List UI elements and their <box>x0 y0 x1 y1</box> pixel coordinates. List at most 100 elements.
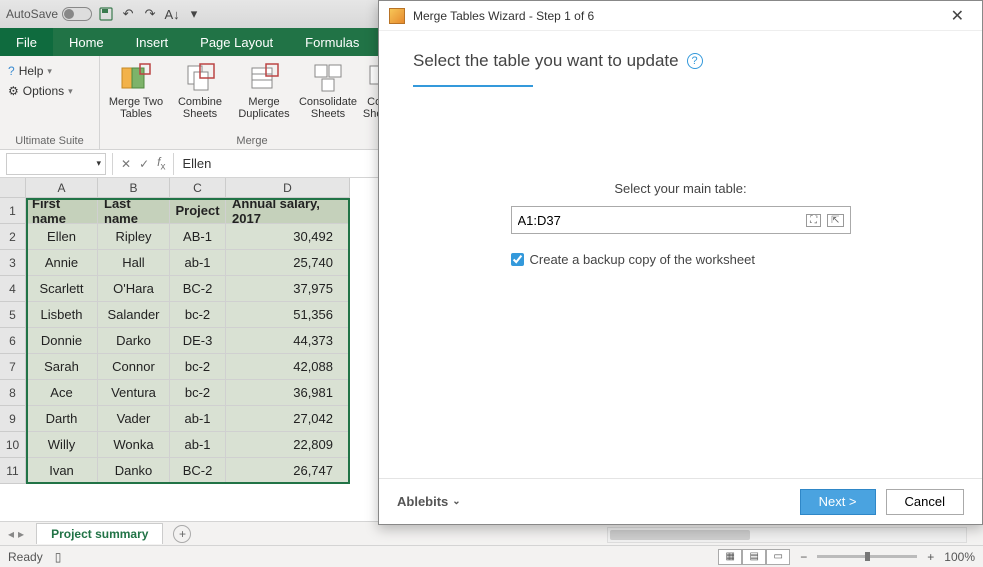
cell[interactable]: DE-3 <box>170 328 226 354</box>
cell[interactable]: Sarah <box>26 354 98 380</box>
zoom-out-button[interactable]: − <box>800 550 807 564</box>
zoom-slider[interactable] <box>817 555 917 558</box>
options-button[interactable]: ⚙ Options ▾ <box>8 84 91 98</box>
merge-two-tables-button[interactable]: Merge Two Tables <box>104 58 168 120</box>
merge-duplicates-button[interactable]: Merge Duplicates <box>232 58 296 120</box>
sheet-tab-active[interactable]: Project summary <box>36 523 163 544</box>
cell[interactable]: 44,373 <box>226 328 350 354</box>
redo-icon[interactable]: ↷ <box>142 6 158 22</box>
cell[interactable]: O'Hara <box>98 276 170 302</box>
cell[interactable]: Ellen <box>26 224 98 250</box>
cell[interactable]: Lisbeth <box>26 302 98 328</box>
expand-selection-icon[interactable]: ⛶ <box>806 214 821 227</box>
view-page-break-button[interactable]: ▭ <box>766 549 790 565</box>
confirm-formula-icon[interactable]: ✓ <box>139 157 149 171</box>
cell[interactable]: bc-2 <box>170 354 226 380</box>
help-button[interactable]: ? Help ▾ <box>8 64 91 78</box>
toggle-pill[interactable] <box>62 7 92 21</box>
cell[interactable]: Hall <box>98 250 170 276</box>
view-page-layout-button[interactable]: ▤ <box>742 549 766 565</box>
cell[interactable]: Annie <box>26 250 98 276</box>
zoom-in-button[interactable]: + <box>927 550 934 564</box>
cell[interactable]: bc-2 <box>170 380 226 406</box>
row-header[interactable]: 2 <box>0 224 25 250</box>
cell[interactable]: Ripley <box>98 224 170 250</box>
sheet-nav-first-icon[interactable]: ◂ <box>8 527 14 541</box>
cell[interactable]: 30,492 <box>226 224 350 250</box>
row-header[interactable]: 4 <box>0 276 25 302</box>
cell[interactable]: 37,975 <box>226 276 350 302</box>
cell[interactable]: Scarlett <box>26 276 98 302</box>
column-header-cell[interactable]: Annual salary, 2017 <box>226 198 350 224</box>
cell[interactable]: ab-1 <box>170 406 226 432</box>
column-header-cell[interactable]: First name <box>26 198 98 224</box>
add-sheet-button[interactable]: + <box>173 525 191 543</box>
fx-icon[interactable]: fx <box>157 155 165 172</box>
undo-icon[interactable]: ↶ <box>120 6 136 22</box>
row-header[interactable]: 11 <box>0 458 25 484</box>
cell[interactable]: ab-1 <box>170 250 226 276</box>
row-header[interactable]: 10 <box>0 432 25 458</box>
row-header[interactable]: 6 <box>0 328 25 354</box>
col-header[interactable]: B <box>98 178 170 197</box>
horizontal-scrollbar[interactable] <box>607 527 967 543</box>
tab-file[interactable]: File <box>0 28 53 56</box>
view-normal-button[interactable]: ▦ <box>718 549 742 565</box>
cell[interactable]: BC-2 <box>170 458 226 484</box>
sort-icon[interactable]: A↓ <box>164 6 180 22</box>
close-icon[interactable]: ✕ <box>943 2 972 30</box>
col-header[interactable]: A <box>26 178 98 197</box>
column-header-cell[interactable]: Project <box>170 198 226 224</box>
cell[interactable]: Ace <box>26 380 98 406</box>
help-icon[interactable]: ? <box>687 53 703 69</box>
save-icon[interactable] <box>98 6 114 22</box>
customize-qat-icon[interactable]: ▾ <box>186 6 202 22</box>
consolidate-sheets-button[interactable]: Consolidate Sheets <box>296 58 360 120</box>
cell[interactable]: Wonka <box>98 432 170 458</box>
row-header[interactable]: 9 <box>0 406 25 432</box>
range-input[interactable] <box>518 213 778 228</box>
cell[interactable]: 26,747 <box>226 458 350 484</box>
backup-checkbox[interactable] <box>511 253 524 266</box>
cell[interactable]: AB-1 <box>170 224 226 250</box>
cell[interactable]: Willy <box>26 432 98 458</box>
cell[interactable]: Connor <box>98 354 170 380</box>
tab-insert[interactable]: Insert <box>120 28 185 56</box>
collapse-range-icon[interactable]: ⇱ <box>827 214 843 227</box>
row-header[interactable]: 3 <box>0 250 25 276</box>
row-header[interactable]: 5 <box>0 302 25 328</box>
name-box[interactable]: ▾ <box>6 153 106 175</box>
macro-record-icon[interactable]: ▯ <box>55 550 62 564</box>
row-header[interactable]: 1 <box>0 198 25 224</box>
cell[interactable]: 22,809 <box>226 432 350 458</box>
tab-home[interactable]: Home <box>53 28 120 56</box>
cell[interactable]: BC-2 <box>170 276 226 302</box>
cell[interactable]: Vader <box>98 406 170 432</box>
zoom-thumb[interactable] <box>865 552 870 561</box>
autosave-toggle[interactable]: AutoSave <box>6 7 92 21</box>
cell[interactable]: 25,740 <box>226 250 350 276</box>
tab-page-layout[interactable]: Page Layout <box>184 28 289 56</box>
tab-formulas[interactable]: Formulas <box>289 28 375 56</box>
cancel-button[interactable]: Cancel <box>886 489 964 515</box>
col-header[interactable]: D <box>226 178 350 197</box>
cell[interactable]: Darth <box>26 406 98 432</box>
row-header[interactable]: 7 <box>0 354 25 380</box>
cell[interactable]: Darko <box>98 328 170 354</box>
cell[interactable]: 36,981 <box>226 380 350 406</box>
cell[interactable]: 51,356 <box>226 302 350 328</box>
cell[interactable]: Ivan <box>26 458 98 484</box>
zoom-level[interactable]: 100% <box>944 550 975 564</box>
cell[interactable]: Donnie <box>26 328 98 354</box>
row-header[interactable]: 8 <box>0 380 25 406</box>
backup-checkbox-row[interactable]: Create a backup copy of the worksheet <box>511 252 851 267</box>
cell[interactable]: Danko <box>98 458 170 484</box>
cell[interactable]: Salander <box>98 302 170 328</box>
column-header-cell[interactable]: Last name <box>98 198 170 224</box>
cell[interactable]: bc-2 <box>170 302 226 328</box>
dialog-titlebar[interactable]: Merge Tables Wizard - Step 1 of 6 ✕ <box>379 1 982 31</box>
sheet-nav-last-icon[interactable]: ▸ <box>18 527 24 541</box>
cell[interactable]: ab-1 <box>170 432 226 458</box>
scrollbar-thumb[interactable] <box>610 530 750 540</box>
cell[interactable]: 42,088 <box>226 354 350 380</box>
